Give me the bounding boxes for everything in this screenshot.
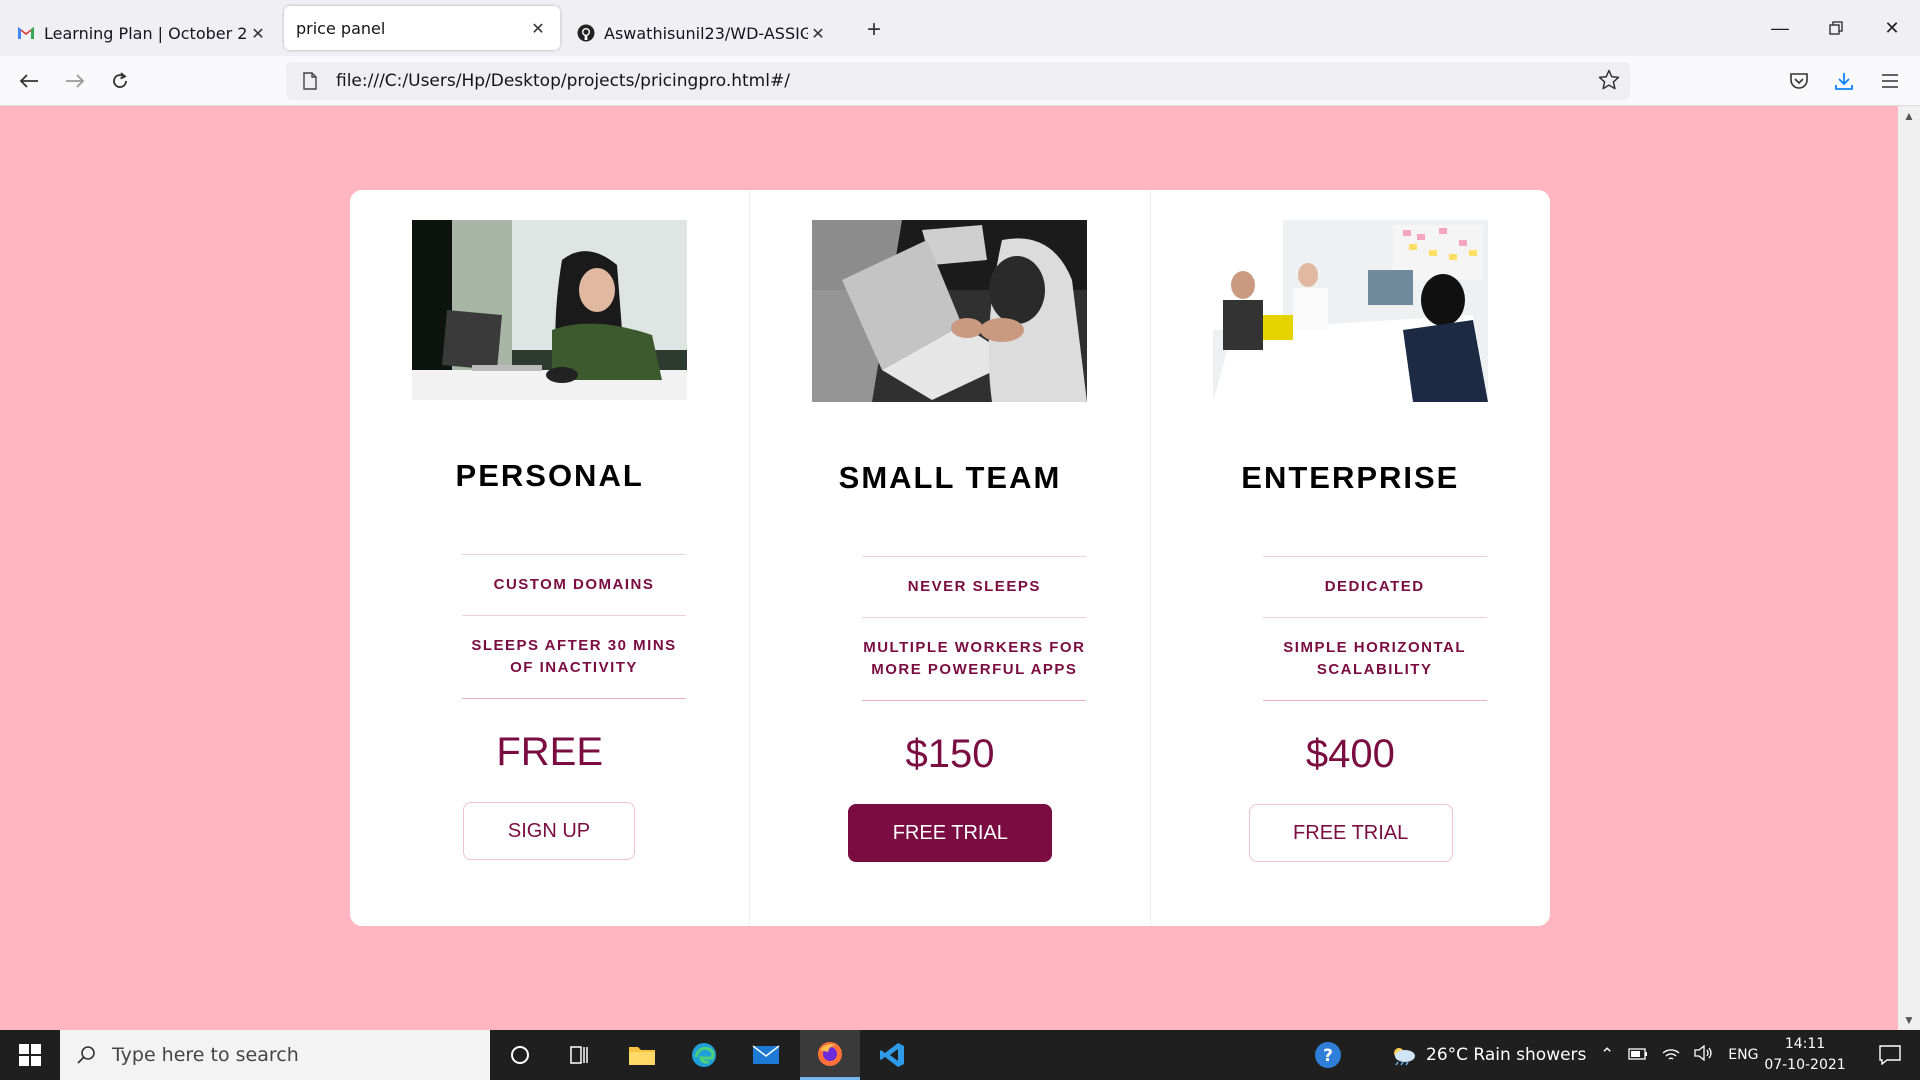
clock-time: 14:11 [1784, 1036, 1826, 1052]
weather-widget[interactable]: 26°C Rain showers [1390, 1030, 1586, 1080]
pricing-panel: PERSONAL CUSTOM DOMAINS SLEEPS AFTER 30 … [350, 190, 1550, 926]
scroll-up-icon[interactable]: ▲ [1898, 106, 1920, 126]
file-explorer-icon[interactable] [612, 1030, 672, 1080]
tab-learning-plan[interactable]: Learning Plan | October 2021 - a ✕ [4, 10, 280, 56]
taskbar-search-box[interactable]: Type here to search [60, 1030, 490, 1080]
forward-icon[interactable] [58, 64, 92, 98]
vertical-scrollbar[interactable]: ▲ ▼ [1898, 106, 1920, 1030]
plan-title: PERSONAL [455, 458, 644, 493]
clock[interactable]: 14:11 07-10-2021 [1760, 1034, 1850, 1076]
feature-item: DEDICATED [1262, 556, 1487, 617]
volume-icon[interactable] [1694, 1044, 1714, 1066]
tab-label: Learning Plan | October 2021 - a [44, 23, 248, 43]
close-icon[interactable]: ✕ [808, 24, 828, 43]
close-icon[interactable]: ✕ [528, 19, 548, 38]
sign-up-button[interactable]: SIGN UP [463, 802, 635, 860]
tab-label: Aswathisunil23/WD-ASSIGNMEN [604, 23, 808, 43]
url-text: file:///C:/Users/Hp/Desktop/projects/pri… [336, 71, 790, 91]
feature-item: SIMPLE HORIZONTAL SCALABILITY [1262, 617, 1487, 701]
download-icon[interactable] [1827, 64, 1861, 98]
close-window-icon[interactable]: ✕ [1864, 0, 1920, 56]
plan-title: ENTERPRISE [1241, 460, 1460, 495]
page-content: PERSONAL CUSTOM DOMAINS SLEEPS AFTER 30 … [0, 106, 1898, 1030]
back-icon[interactable] [12, 64, 46, 98]
search-icon [76, 1045, 96, 1065]
hands-on-laptop-photo [812, 220, 1088, 402]
close-icon[interactable]: ✕ [248, 24, 268, 43]
notifications-icon[interactable] [1860, 1030, 1920, 1080]
restore-icon[interactable] [1808, 0, 1864, 56]
plan-title: SMALL TEAM [838, 460, 1062, 495]
address-bar[interactable]: file:///C:/Users/Hp/Desktop/projects/pri… [286, 62, 1630, 100]
vscode-icon[interactable] [862, 1030, 922, 1080]
feature-item: SLEEPS AFTER 30 MINS OF INACTIVITY [462, 615, 686, 699]
help-icon[interactable]: ? [1298, 1030, 1358, 1080]
new-tab-button[interactable]: + [854, 10, 894, 50]
scroll-down-icon[interactable]: ▼ [1898, 1010, 1920, 1030]
windows-start-icon[interactable] [0, 1030, 60, 1080]
feature-item: CUSTOM DOMAINS [462, 554, 686, 615]
svg-text:?: ? [1323, 1046, 1333, 1066]
edge-icon[interactable] [674, 1030, 734, 1080]
search-placeholder: Type here to search [112, 1044, 299, 1066]
tab-bar: Learning Plan | October 2021 - a ✕ price… [0, 0, 1920, 56]
reload-icon[interactable] [103, 64, 137, 98]
plan-price: $150 [905, 732, 995, 776]
firefox-icon[interactable] [800, 1030, 860, 1080]
github-icon [576, 23, 596, 43]
window-controls: — ✕ [1752, 0, 1920, 56]
plan-price: $400 [1305, 732, 1395, 776]
navigation-bar: file:///C:/Users/Hp/Desktop/projects/pri… [0, 56, 1920, 106]
taskbar: Type here to search ? 26°C Rain showers … [0, 1030, 1920, 1080]
plan-small-team: SMALL TEAM NEVER SLEEPS MULTIPLE WORKERS… [750, 190, 1151, 926]
plan-price: FREE [496, 730, 603, 774]
system-tray: ⌃ ENG [1600, 1030, 1758, 1080]
chevron-up-icon[interactable]: ⌃ [1600, 1045, 1614, 1065]
feature-item: MULTIPLE WORKERS FOR MORE POWERFUL APPS [862, 617, 1087, 701]
page-icon [298, 72, 322, 90]
woman-at-laptop-photo [412, 220, 687, 400]
battery-icon[interactable] [1628, 1045, 1648, 1065]
feature-list: NEVER SLEEPS MULTIPLE WORKERS FOR MORE P… [862, 556, 1087, 701]
plan-enterprise: ENTERPRISE DEDICATED SIMPLE HORIZONTAL S… [1151, 190, 1550, 926]
free-trial-button[interactable]: FREE TRIAL [1248, 804, 1453, 862]
gmail-icon [16, 23, 36, 43]
feature-item: NEVER SLEEPS [862, 556, 1087, 617]
clock-date: 07-10-2021 [1764, 1057, 1846, 1073]
language-indicator[interactable]: ENG [1728, 1047, 1758, 1063]
pocket-icon[interactable] [1782, 64, 1816, 98]
mail-icon[interactable] [736, 1030, 796, 1080]
tab-label: price panel [296, 18, 386, 38]
cortana-icon[interactable] [490, 1030, 550, 1080]
minimize-icon[interactable]: — [1752, 0, 1808, 56]
free-trial-button[interactable]: FREE TRIAL [848, 804, 1053, 862]
bookmark-star-icon[interactable] [1598, 69, 1620, 96]
task-view-icon[interactable] [550, 1030, 610, 1080]
weather-text: 26°C Rain showers [1426, 1045, 1587, 1065]
plan-personal: PERSONAL CUSTOM DOMAINS SLEEPS AFTER 30 … [350, 190, 751, 926]
wifi-icon[interactable] [1662, 1045, 1680, 1066]
office-meeting-photo [1212, 220, 1488, 402]
menu-icon[interactable] [1873, 64, 1907, 98]
feature-list: DEDICATED SIMPLE HORIZONTAL SCALABILITY [1262, 556, 1487, 701]
tab-price-panel[interactable]: price panel ✕ [284, 6, 560, 50]
rain-cloud-icon [1390, 1044, 1416, 1066]
feature-list: CUSTOM DOMAINS SLEEPS AFTER 30 MINS OF I… [462, 554, 686, 699]
tab-github[interactable]: Aswathisunil23/WD-ASSIGNMEN ✕ [564, 10, 840, 56]
